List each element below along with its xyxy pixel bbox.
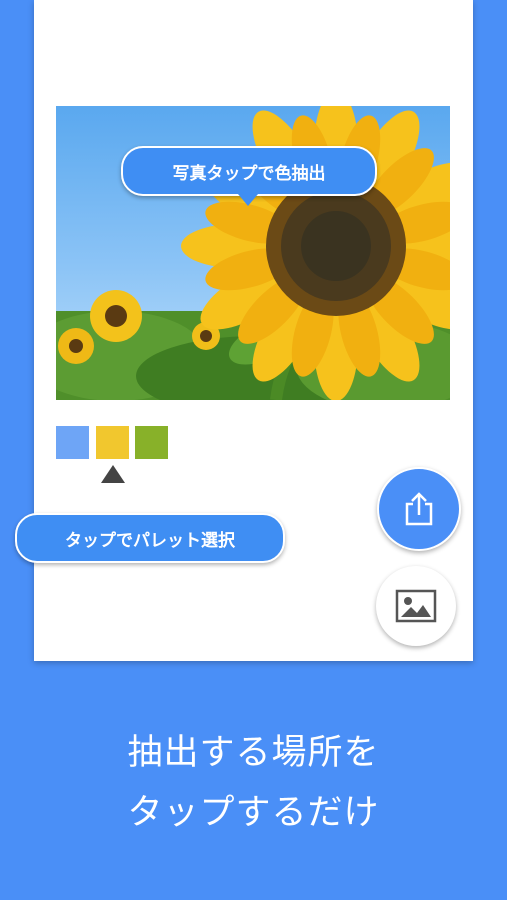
palette-tap-tooltip-label: タップでパレット選択 bbox=[65, 530, 235, 551]
share-icon bbox=[405, 492, 433, 526]
image-icon bbox=[395, 589, 437, 623]
photo-tap-tooltip-label: 写真タップで色抽出 bbox=[172, 163, 326, 184]
palette-swatch-green[interactable] bbox=[135, 426, 168, 459]
caption-line-1: 抽出する場所を bbox=[127, 733, 380, 773]
palette-swatch-blue[interactable] bbox=[56, 426, 89, 459]
palette-tap-tooltip: タップでパレット選択 bbox=[15, 513, 285, 563]
selected-swatch-pointer-icon bbox=[101, 465, 125, 483]
pick-image-button[interactable] bbox=[376, 566, 456, 646]
photo-tap-tooltip: 写真タップで色抽出 bbox=[121, 146, 377, 206]
caption-line-2: タップするだけ bbox=[127, 793, 380, 833]
share-button[interactable] bbox=[377, 467, 461, 551]
palette-swatch-yellow[interactable] bbox=[96, 426, 129, 459]
tooltip-tail bbox=[238, 194, 258, 206]
